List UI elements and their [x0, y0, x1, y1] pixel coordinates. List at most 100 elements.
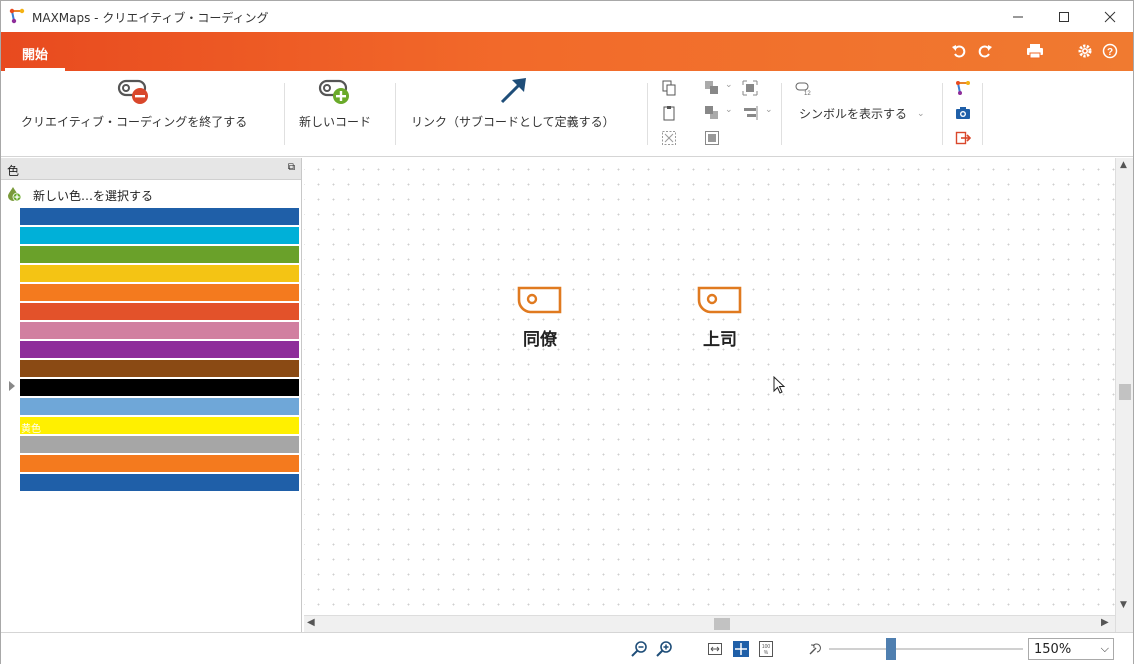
zoom-slider-thumb[interactable] [886, 638, 896, 660]
color-swatch[interactable] [20, 436, 299, 454]
link-subcode-label: リンク（サブコードとして定義する） [411, 115, 615, 129]
code-node-label: 上司 [703, 330, 737, 350]
color-swatch[interactable] [20, 360, 299, 378]
color-panel: 色 ⧉ 新しい色…を選択する 黄色 [1, 158, 302, 632]
maximize-button[interactable] [1041, 1, 1087, 32]
symbol-code-icon: 123 [795, 82, 811, 96]
chevron-down-icon[interactable]: ⌄ [725, 105, 733, 115]
color-swatch[interactable] [20, 398, 299, 416]
chevron-down-icon[interactable]: ⌄ [725, 80, 733, 90]
new-code-label: 新しいコード [299, 115, 372, 129]
gear-icon [1078, 44, 1092, 58]
end-creative-coding-label: クリエイティブ・コーディングを終了する [21, 115, 248, 129]
new-color-label: 新しい色…を選択する [33, 189, 154, 203]
fit-width-icon[interactable] [707, 641, 723, 657]
tab-start[interactable]: 開始 [5, 38, 65, 71]
window-title: MAXMaps - クリエイティブ・コーディング [32, 11, 269, 25]
svg-text:?: ? [1107, 47, 1113, 58]
app-window: MAXMaps - クリエイティブ・コーディング 開始 ? クリエイティブ・コー… [0, 0, 1134, 664]
redo-button[interactable] [974, 40, 996, 62]
color-swatch[interactable] [20, 322, 299, 340]
ribbon-separator [647, 83, 648, 145]
ribbon-separator [395, 83, 396, 145]
settings-button[interactable] [1074, 40, 1096, 62]
undo-button[interactable] [948, 40, 970, 62]
chevron-down-icon: ⌄ [917, 108, 925, 119]
close-button[interactable] [1087, 1, 1133, 32]
selected-row-marker-icon [9, 381, 15, 391]
minimize-icon [1013, 16, 1023, 17]
maxmaps-logo-icon [9, 8, 25, 24]
map-canvas[interactable]: 同僚 上司 [304, 158, 1115, 615]
scroll-right-icon[interactable]: ▶ [1101, 617, 1109, 628]
delete-selection-icon[interactable] [661, 130, 677, 146]
ribbon-toolbar: クリエイティブ・コーディングを終了する 新しいコード リンク（サブコードとして定… [1, 71, 1133, 157]
code-add-icon [318, 79, 349, 104]
new-code-button[interactable]: 新しいコード [299, 77, 371, 130]
color-swatch[interactable] [20, 341, 299, 359]
vertical-scrollbar[interactable]: ▲ ▼ [1115, 158, 1133, 632]
end-creative-coding-button[interactable]: クリエイティブ・コーディングを終了する [21, 77, 247, 130]
maximize-icon [1059, 11, 1069, 22]
reset-zoom-icon[interactable] [808, 642, 822, 656]
paste-icon[interactable] [661, 105, 677, 121]
fit-selection-icon[interactable] [742, 80, 758, 96]
ribbon-separator [781, 83, 782, 145]
color-swatch-label: 黄色 [21, 424, 41, 435]
scroll-left-icon[interactable]: ◀ [307, 617, 315, 628]
help-button[interactable]: ? [1099, 40, 1121, 62]
fit-all-icon[interactable] [732, 640, 750, 658]
color-swatch[interactable] [20, 284, 299, 302]
print-button[interactable] [1024, 40, 1046, 62]
color-panel-header: 色 ⧉ [1, 158, 301, 180]
status-bar: 100% 150% ⌵ [1, 632, 1133, 664]
vertical-scroll-thumb[interactable] [1119, 384, 1131, 400]
zoom-in-icon[interactable] [656, 640, 674, 658]
zoom-100-icon[interactable]: 100% [758, 640, 774, 658]
group-icon[interactable] [704, 130, 720, 146]
horizontal-scroll-thumb[interactable] [714, 618, 730, 630]
ribbon-separator [982, 83, 983, 145]
chevron-down-icon[interactable]: ⌄ [765, 105, 773, 115]
color-swatch[interactable] [20, 474, 299, 492]
code-tag-icon [697, 286, 742, 314]
copy-icon[interactable] [661, 80, 677, 96]
zoom-level-select[interactable]: 150% ⌵ [1028, 638, 1114, 660]
camera-icon[interactable] [955, 105, 971, 121]
align-icon[interactable] [742, 105, 758, 121]
chevron-down-icon: ⌵ [1100, 642, 1109, 655]
color-swatch[interactable] [20, 379, 299, 397]
color-swatch[interactable] [20, 227, 299, 245]
new-color-item[interactable]: 新しい色…を選択する [1, 183, 301, 205]
color-swatch[interactable] [20, 265, 299, 283]
code-node-boss[interactable]: 上司 [696, 285, 744, 350]
bring-to-front-icon[interactable] [704, 80, 720, 96]
title-bar: MAXMaps - クリエイティブ・コーディング [1, 1, 1133, 32]
mouse-cursor-icon [773, 376, 786, 394]
color-swatch[interactable] [20, 246, 299, 264]
code-remove-icon [117, 79, 149, 104]
color-swatch[interactable] [20, 208, 299, 226]
svg-text:123: 123 [804, 91, 811, 96]
color-swatch[interactable]: 黄色 [20, 417, 299, 435]
ribbon-separator [942, 83, 943, 145]
ribbon-tab-bar: 開始 ? [1, 32, 1133, 71]
scroll-down-icon[interactable]: ▼ [1120, 600, 1127, 610]
horizontal-scrollbar[interactable]: ◀ ▶ [304, 615, 1115, 632]
undock-icon[interactable]: ⧉ [288, 162, 295, 173]
exit-icon[interactable] [955, 130, 971, 146]
show-symbols-dropdown[interactable]: シンボルを表示する ⌄ [799, 105, 925, 122]
send-to-back-icon[interactable] [704, 105, 720, 121]
scroll-up-icon[interactable]: ▲ [1120, 160, 1127, 170]
link-subcode-button[interactable]: リンク（サブコードとして定義する） [411, 77, 615, 130]
color-swatch[interactable] [20, 455, 299, 473]
zoom-slider-track[interactable] [829, 648, 1023, 650]
maxmaps-tree-icon[interactable] [955, 80, 971, 96]
redo-icon [978, 45, 992, 58]
zoom-out-icon[interactable] [631, 640, 649, 658]
code-node-colleague[interactable]: 同僚 [516, 285, 564, 350]
undo-icon [952, 45, 966, 58]
minimize-button[interactable] [995, 1, 1041, 32]
color-panel-title: 色 [7, 164, 20, 178]
color-swatch[interactable] [20, 303, 299, 321]
